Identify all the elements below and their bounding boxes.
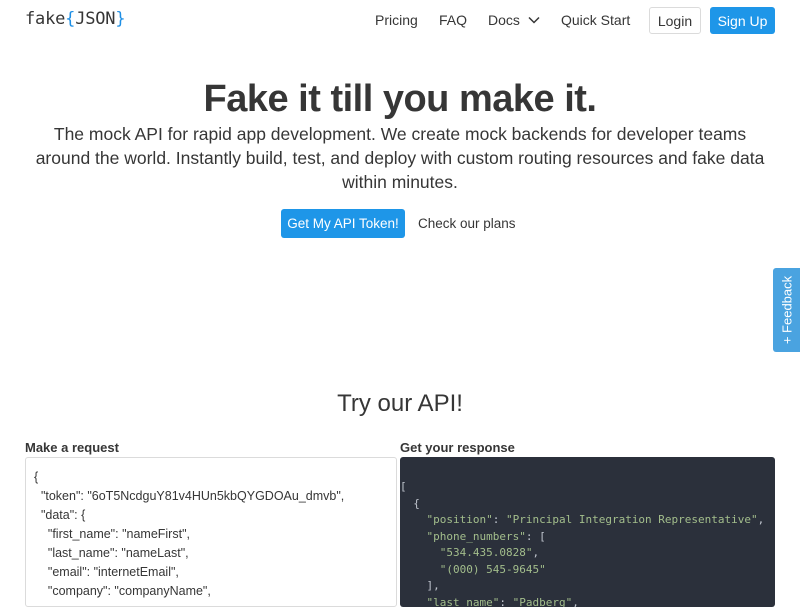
request-line: "email": "internetEmail", <box>34 563 388 582</box>
nav-link-pricing[interactable]: Pricing <box>375 12 418 28</box>
try-api-title: Try our API! <box>0 390 800 418</box>
nav-link-faq[interactable]: FAQ <box>439 12 467 28</box>
logo-word: JSON <box>75 9 115 29</box>
response-line: "(000) 545-9645" <box>400 562 775 579</box>
request-line: "first_name": "nameFirst", <box>34 525 388 544</box>
request-line: "last_name": "nameLast", <box>34 544 388 563</box>
logo-prefix: fake <box>25 9 65 29</box>
response-line: "phone_numbers": [ <box>400 529 775 546</box>
logo-close-brace: } <box>115 9 125 29</box>
logo[interactable]: fake{JSON} <box>25 9 125 29</box>
response-line: "position": "Principal Integration Repre… <box>400 512 775 529</box>
request-editor[interactable]: { "token": "6oT5NcdguY81v4HUn5kbQYGDOAu_… <box>25 457 397 607</box>
response-label: Get your response <box>400 440 515 455</box>
request-label: Make a request <box>25 440 119 455</box>
response-line: "534.435.0828", <box>400 545 775 562</box>
request-line: "data": { <box>34 506 388 525</box>
hero-subtitle: The mock API for rapid app development. … <box>30 122 770 194</box>
request-line: "token": "6oT5NcdguY81v4HUn5kbQYGDOAu_dm… <box>34 487 388 506</box>
nav-link-docs[interactable]: Docs <box>488 12 540 28</box>
response-line: "last_name": "Padberg", <box>400 595 775 607</box>
signup-button[interactable]: Sign Up <box>710 7 775 34</box>
feedback-label: + Feedback <box>779 276 794 344</box>
navbar: fake{JSON} Pricing FAQ Docs Quick Start … <box>0 0 800 42</box>
hero-title: Fake it till you make it. <box>0 78 800 121</box>
login-button[interactable]: Login <box>649 7 701 34</box>
feedback-tab[interactable]: + Feedback <box>773 268 800 352</box>
check-plans-link[interactable]: Check our plans <box>418 216 516 231</box>
response-line: ], <box>400 578 775 595</box>
response-line: { <box>400 496 775 513</box>
response-viewer: [ { "position": "Principal Integration R… <box>400 457 775 607</box>
nav-link-quick-start[interactable]: Quick Start <box>561 12 630 28</box>
chevron-down-icon <box>528 16 540 24</box>
request-line: { <box>34 468 388 487</box>
response-line: [ <box>400 479 775 496</box>
logo-open-brace: { <box>65 9 75 29</box>
request-line: "company": "companyName", <box>34 582 388 601</box>
nav-docs-label: Docs <box>488 12 520 28</box>
get-api-token-button[interactable]: Get My API Token! <box>281 209 405 238</box>
